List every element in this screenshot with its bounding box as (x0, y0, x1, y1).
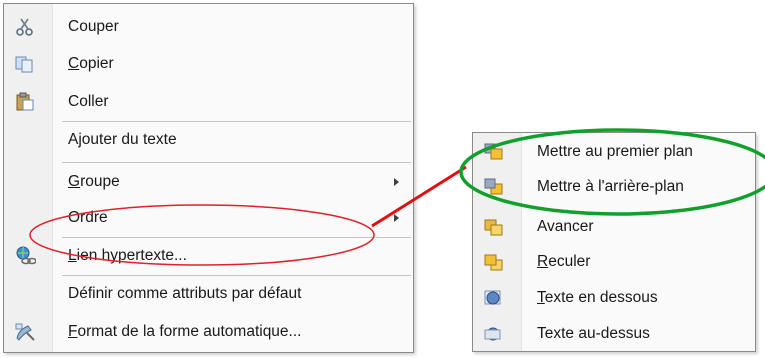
menu-item-couper[interactable]: Couper (4, 12, 413, 42)
menu-separator (62, 121, 411, 122)
menu-item-label: Couper (68, 18, 119, 35)
menu-separator (62, 237, 411, 238)
send-to-back-icon (484, 178, 503, 195)
menu-item-label: Copier (68, 55, 114, 72)
menu-item-label: Reculer (537, 253, 591, 270)
menu-item-label: Coller (68, 93, 109, 110)
submenu-arrow-icon (394, 214, 399, 222)
bring-forward-icon (484, 219, 503, 236)
submenu-arrow-icon (394, 178, 399, 186)
text-in-front-icon (484, 327, 501, 341)
menu-item-label: Groupe (68, 173, 120, 190)
menu-item-lien-hypertexte[interactable]: Lien hypertexte... (4, 241, 413, 271)
menu-item-label: Lien hypertexte... (68, 247, 187, 264)
menu-item-label: Format de la forme automatique... (68, 323, 302, 340)
text-behind-icon (484, 290, 501, 305)
menu-item-label: Texte au-dessus (537, 325, 650, 342)
scissors-icon (16, 18, 33, 36)
submenu-item-arriere-plan[interactable]: Mettre à l'arrière-plan (473, 172, 755, 202)
menu-item-ajouter-du-texte[interactable]: Ajouter du texte (4, 125, 413, 155)
context-menu: Couper Copier Coller Ajouter du texte Gr… (3, 3, 414, 353)
copy-icon (15, 56, 33, 73)
submenu-item-texte-en-dessous[interactable]: Texte en dessous (473, 283, 755, 313)
order-submenu: Mettre au premier plan Mettre à l'arrièr… (472, 132, 756, 352)
hyperlink-icon (16, 246, 36, 265)
submenu-item-avancer[interactable]: Avancer (473, 212, 755, 242)
menu-item-label: Ajouter du texte (68, 131, 177, 148)
menu-item-format-forme[interactable]: Format de la forme automatique... (4, 317, 413, 347)
menu-item-label: Mettre à l'arrière-plan (537, 178, 684, 195)
format-shape-icon (15, 323, 35, 341)
menu-separator (62, 275, 411, 276)
menu-item-copier[interactable]: Copier (4, 49, 413, 79)
menu-item-groupe[interactable]: Groupe (4, 167, 413, 197)
menu-item-label: Ordre (68, 209, 108, 226)
paste-icon (16, 92, 34, 111)
menu-item-label: Définir comme attributs par défaut (68, 285, 302, 302)
menu-separator (62, 162, 411, 163)
submenu-item-premier-plan[interactable]: Mettre au premier plan (473, 137, 755, 167)
menu-item-ordre[interactable]: Ordre (4, 203, 413, 233)
menu-item-definir-attributs[interactable]: Définir comme attributs par défaut (4, 279, 413, 309)
menu-item-label: Mettre au premier plan (537, 143, 693, 160)
menu-item-coller[interactable]: Coller (4, 87, 413, 117)
menu-item-label: Avancer (537, 218, 594, 235)
submenu-item-reculer[interactable]: Reculer (473, 247, 755, 277)
bring-to-front-icon (484, 143, 503, 160)
submenu-item-texte-au-dessus[interactable]: Texte au-dessus (473, 319, 755, 349)
send-backward-icon (484, 254, 503, 271)
menu-item-label: Texte en dessous (537, 289, 658, 306)
